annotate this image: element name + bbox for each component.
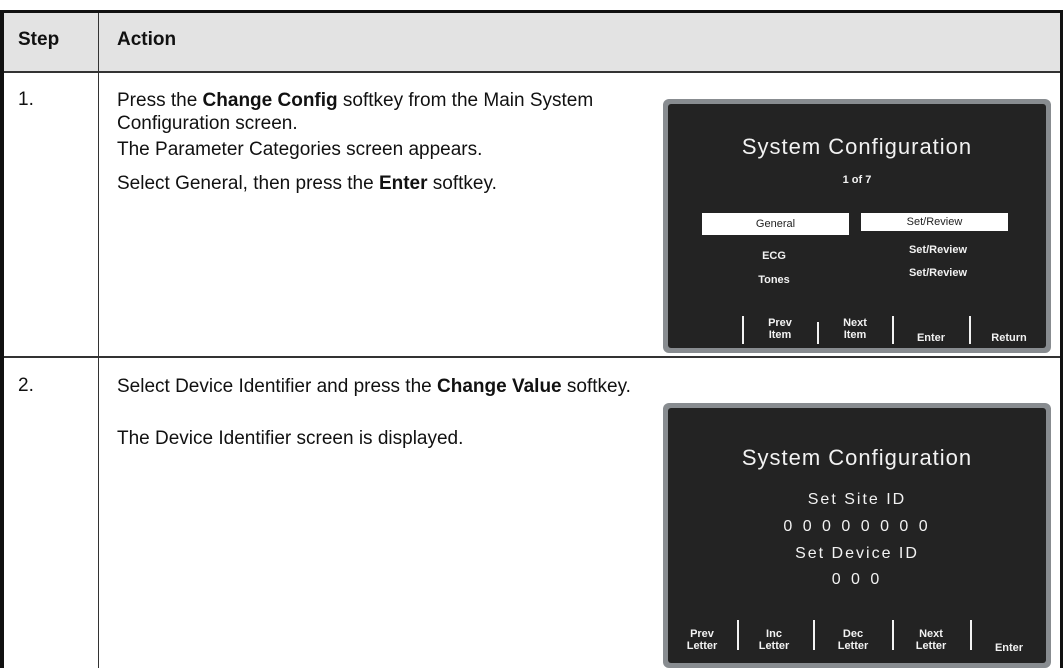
device-id-value[interactable]: 0 0 0 bbox=[668, 571, 1046, 589]
softkey-divider bbox=[817, 322, 819, 344]
header-divider bbox=[4, 71, 1060, 73]
device-id-label: Set Device ID bbox=[795, 545, 919, 562]
softkey-next-item[interactable]: Next Item bbox=[821, 317, 889, 341]
softkey-divider bbox=[970, 620, 972, 650]
screen-title: System Configuration bbox=[741, 445, 973, 470]
page-indicator: 1 of 7 bbox=[842, 174, 872, 186]
selected-item-label[interactable]: General bbox=[702, 213, 849, 235]
header-action: Action bbox=[117, 29, 177, 50]
item-value[interactable]: Set/Review bbox=[883, 267, 993, 279]
device-screen-device-identifier: System Configuration Set Site ID 0 0 0 0… bbox=[663, 403, 1051, 668]
table-left-border bbox=[0, 10, 4, 668]
procedure-table: Step Action 1. Press the Change Config s… bbox=[0, 10, 1063, 668]
step-instruction: Select General, then press the Enter sof… bbox=[117, 173, 497, 194]
step-number: 2. bbox=[18, 375, 34, 396]
device-screen-parameter-categories: System Configuration 1 of 7 General Set/… bbox=[663, 99, 1051, 353]
softkey-divider bbox=[892, 316, 894, 344]
softkey-return[interactable]: Return bbox=[973, 332, 1045, 344]
item-label[interactable]: ECG bbox=[724, 250, 824, 262]
softkey-divider bbox=[813, 620, 815, 650]
step-number: 1. bbox=[18, 89, 34, 110]
item-label[interactable]: Tones bbox=[724, 274, 824, 286]
step-instruction: The Device Identifier screen is displaye… bbox=[117, 428, 464, 449]
softkey-prev-item[interactable]: Prev Item bbox=[746, 317, 814, 341]
row-divider bbox=[4, 356, 1060, 358]
selected-item-value[interactable]: Set/Review bbox=[861, 213, 1008, 231]
softkey-inc-letter[interactable]: Inc Letter bbox=[741, 628, 807, 652]
step-instruction: The Parameter Categories screen appears. bbox=[117, 139, 483, 160]
header-step: Step bbox=[18, 29, 60, 50]
screen-title: System Configuration bbox=[741, 134, 973, 159]
softkey-dec-letter[interactable]: Dec Letter bbox=[818, 628, 888, 652]
softkey-divider bbox=[892, 620, 894, 650]
column-divider bbox=[98, 13, 99, 668]
softkey-prev-letter[interactable]: Prev Letter bbox=[670, 628, 734, 652]
step-instruction: Press the Change Config softkey from the… bbox=[117, 90, 594, 134]
softkey-divider bbox=[742, 316, 744, 344]
softkey-divider bbox=[969, 316, 971, 344]
softkey-next-letter[interactable]: Next Letter bbox=[896, 628, 966, 652]
site-id-value[interactable]: 0 0 0 0 0 0 0 0 bbox=[668, 518, 1046, 536]
site-id-label: Set Site ID bbox=[807, 491, 907, 508]
item-value[interactable]: Set/Review bbox=[883, 244, 993, 256]
step-instruction: Select Device Identifier and press the C… bbox=[117, 376, 631, 397]
softkey-enter[interactable]: Enter bbox=[974, 642, 1044, 654]
softkey-divider bbox=[737, 620, 739, 650]
softkey-enter[interactable]: Enter bbox=[896, 332, 966, 344]
